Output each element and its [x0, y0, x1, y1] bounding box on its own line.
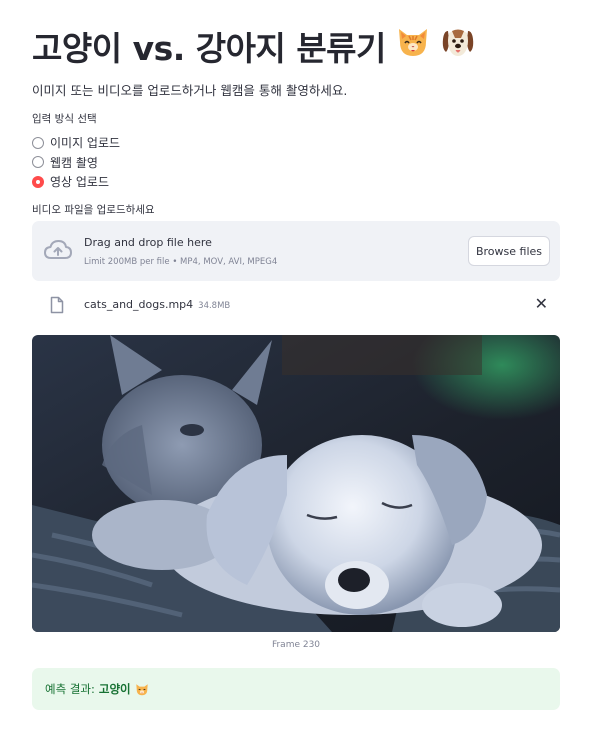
input-mode-radio-group: 이미지 업로드 웹캠 촬영 영상 업로드	[32, 133, 120, 192]
input-mode-label: 입력 방식 선택	[32, 113, 97, 125]
uploaded-file-name: cats_and_dogs.mp4 34.8MB	[84, 298, 230, 311]
radio-button-icon[interactable]	[32, 156, 44, 169]
browse-files-button[interactable]: Browse files	[468, 236, 550, 266]
page-title-text: 고양이 vs. 강아지 분류기	[32, 29, 386, 68]
dog-face-emoji-icon	[440, 25, 476, 67]
radio-option-label: 이미지 업로드	[50, 136, 121, 151]
radio-option-webcam[interactable]: 웹캠 촬영	[32, 153, 120, 173]
uploader-label: 비디오 파일을 업로드하세요	[32, 204, 155, 216]
file-icon	[50, 296, 64, 318]
video-frame-image	[32, 335, 560, 632]
cat-face-emoji-icon	[396, 26, 430, 66]
radio-option-label: 영상 업로드	[50, 175, 110, 190]
frame-caption: Frame 230	[271, 640, 321, 650]
radio-button-selected-icon[interactable]	[32, 175, 44, 188]
uploaded-file-item: cats_and_dogs.mp4 34.8MB ✕	[32, 293, 560, 317]
prediction-result-alert: 예측 결과: 고양이	[32, 668, 560, 710]
dropzone-instruction: Drag and drop file here	[84, 236, 212, 249]
radio-option-label: 웹캠 촬영	[50, 155, 98, 170]
cat-face-emoji-icon	[135, 683, 149, 696]
result-prefix: 예측 결과:	[45, 682, 95, 696]
description-text: 이미지 또는 비디오를 업로드하거나 웹캠을 통해 촬영하세요.	[32, 83, 348, 98]
radio-option-image-upload[interactable]: 이미지 업로드	[32, 133, 120, 153]
file-name-text: cats_and_dogs.mp4	[84, 298, 194, 311]
result-value: 고양이	[98, 682, 131, 696]
radio-option-video-upload[interactable]: 영상 업로드	[32, 172, 120, 192]
close-icon[interactable]: ✕	[535, 294, 548, 314]
cloud-upload-icon	[44, 239, 72, 265]
prediction-result-text: 예측 결과: 고양이	[45, 681, 149, 697]
file-size-text: 34.8MB	[198, 301, 231, 311]
radio-button-icon[interactable]	[32, 136, 44, 149]
file-dropzone[interactable]: Drag and drop file here Limit 200MB per …	[32, 221, 560, 281]
page-title: 고양이 vs. 강아지 분류기	[32, 22, 476, 70]
dropzone-limit-text: Limit 200MB per file • MP4, MOV, AVI, MP…	[84, 257, 278, 267]
